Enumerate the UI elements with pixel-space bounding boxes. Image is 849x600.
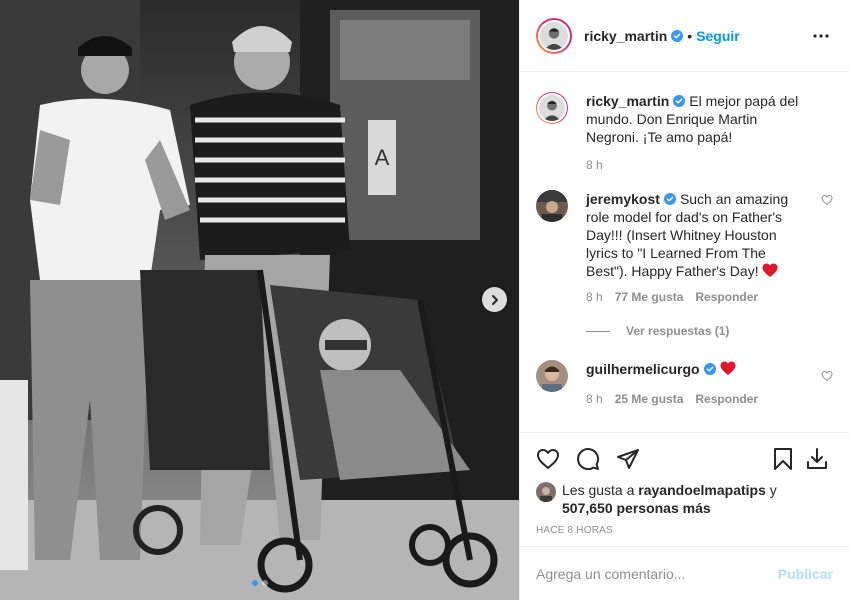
more-horizontal-icon <box>813 33 829 38</box>
reply-button[interactable]: Responder <box>695 290 758 304</box>
comment-input[interactable] <box>536 565 778 582</box>
avatar <box>540 21 568 50</box>
likes-connector: y <box>769 482 777 498</box>
caption: ricky_martin El mejor papá del mundo. Don… <box>536 92 833 172</box>
avatar[interactable] <box>536 190 568 222</box>
like-button[interactable] <box>536 439 576 479</box>
header-separator: • <box>687 27 693 44</box>
verified-badge-icon <box>703 363 716 375</box>
comment-button[interactable] <box>576 439 616 479</box>
likes-prefix: Les gusta a <box>562 482 635 498</box>
likes-count-link[interactable]: 507,650 personas más <box>562 500 711 516</box>
publish-button[interactable]: Publicar <box>778 566 833 582</box>
instagram-post: A ricky_martin • Seguir ricky_martin El … <box>0 0 849 600</box>
view-replies-button[interactable]: Ver respuestas (1) <box>586 324 833 338</box>
heart-icon <box>537 449 559 469</box>
bookmark-icon <box>774 448 792 470</box>
comment-username[interactable]: guilhermelicurgo <box>586 361 700 377</box>
carousel-indicators <box>0 580 519 586</box>
add-comment-bar: Publicar <box>520 546 849 600</box>
view-replies-label: Ver respuestas (1) <box>626 324 730 338</box>
caption-text-block: ricky_martin El mejor papá del mundo. Don… <box>586 92 801 146</box>
comment-text-block: jeremykost Such an amazing role model for… <box>586 190 801 280</box>
header-username[interactable]: ricky_martin <box>584 28 667 44</box>
action-icons-row <box>536 439 833 479</box>
share-button[interactable] <box>616 439 656 479</box>
download-icon <box>807 448 827 469</box>
download-button[interactable] <box>805 439 833 479</box>
avatar[interactable] <box>536 360 568 392</box>
caption-username[interactable]: ricky_martin <box>586 93 669 109</box>
carousel-dot <box>261 580 268 586</box>
post-media[interactable]: A <box>0 0 519 600</box>
likes-summary: Les gusta a rayandoelmapatips y 507,650 … <box>536 481 833 517</box>
replies-divider-line <box>586 330 610 332</box>
like-comment-heart-icon[interactable] <box>821 370 833 382</box>
reply-button[interactable]: Responder <box>695 392 758 406</box>
comment-time[interactable]: 8 h <box>586 290 603 304</box>
verified-badge-icon <box>673 95 686 107</box>
post-side-panel: ricky_martin • Seguir ricky_martin El me… <box>519 0 849 600</box>
comment-likes[interactable]: 77 Me gusta <box>615 290 684 304</box>
carousel-dot-active <box>251 580 258 586</box>
comment-item: jeremykost Such an amazing role model for… <box>536 190 833 304</box>
next-slide-button[interactable] <box>482 287 507 312</box>
more-options-button[interactable] <box>809 24 833 48</box>
comment-username[interactable]: jeremykost <box>586 191 660 207</box>
post-timestamp[interactable]: Hace 8 horas <box>536 525 833 536</box>
story-ring[interactable] <box>536 17 572 54</box>
verified-badge-icon <box>663 193 676 205</box>
avatar[interactable] <box>536 482 556 502</box>
likes-user-link[interactable]: rayandoelmapatips <box>638 482 766 498</box>
comment-time[interactable]: 8 h <box>586 392 603 406</box>
avatar[interactable] <box>536 92 568 124</box>
svg-text:A: A <box>375 145 390 170</box>
follow-button[interactable]: Seguir <box>696 28 740 44</box>
comment-text-block: guilhermelicurgo <box>586 360 801 378</box>
red-heart-emoji-icon <box>720 361 736 375</box>
comments-list[interactable]: ricky_martin El mejor papá del mundo. Don… <box>520 72 849 432</box>
red-heart-emoji-icon <box>762 263 778 277</box>
verified-badge-icon <box>671 29 684 42</box>
post-header: ricky_martin • Seguir <box>520 0 849 72</box>
like-comment-heart-icon[interactable] <box>821 194 833 206</box>
comment-item: guilhermelicurgo 8 h 25 Me gusta Respond… <box>536 360 833 406</box>
comment-likes[interactable]: 25 Me gusta <box>615 392 684 406</box>
share-icon <box>617 449 639 469</box>
post-photo: A <box>0 0 519 600</box>
caption-time[interactable]: 8 h <box>586 158 603 172</box>
post-actions: Les gusta a rayandoelmapatips y 507,650 … <box>520 432 849 546</box>
save-button[interactable] <box>771 439 805 479</box>
chevron-right-icon <box>491 294 498 305</box>
comment-icon <box>577 448 600 471</box>
